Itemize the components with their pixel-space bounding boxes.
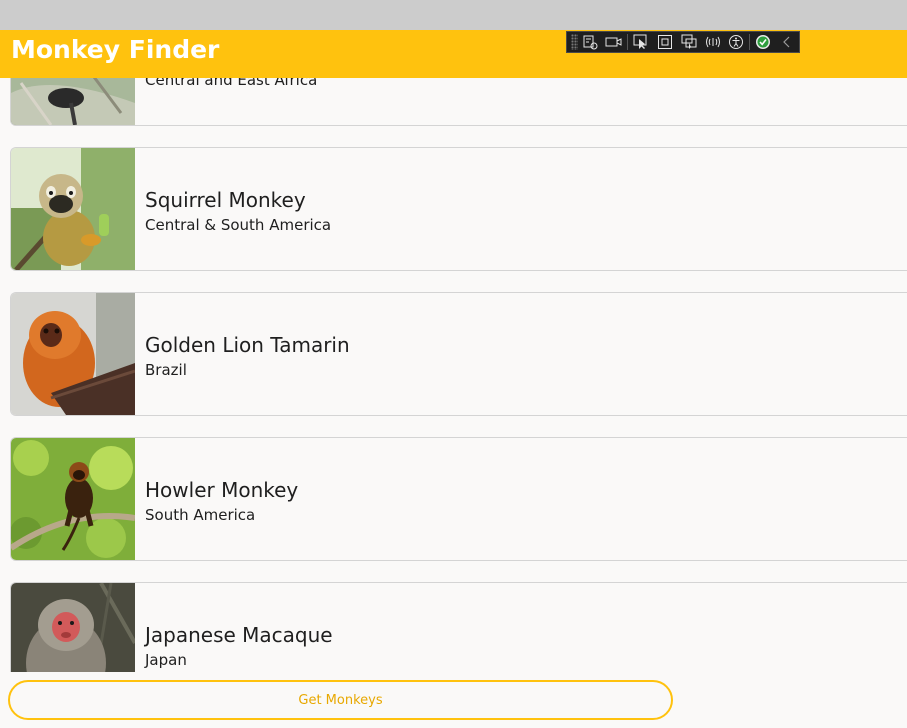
monkey-photo [11,148,135,270]
accessibility-icon[interactable] [725,32,749,52]
toolbar-separator [749,34,751,50]
get-monkeys-button[interactable]: Get Monkeys [8,680,673,720]
track-focus-icon[interactable] [677,32,701,52]
window-title-bar [0,0,907,30]
display-layout-adorners-icon[interactable] [653,32,677,52]
monkey-name: Squirrel Monkey [145,188,306,212]
monkey-photo [11,438,135,560]
monkey-location: Japan [145,651,187,669]
list-item[interactable]: Squirrel Monkey Central & South America [10,147,907,271]
toolbar-grip-icon[interactable] [571,34,579,50]
live-visual-tree-icon[interactable] [578,32,602,52]
xaml-debug-toolbar [566,31,800,53]
monkey-location: Brazil [145,361,187,379]
monkey-location: Central and East Africa [145,78,318,89]
no-issues-check-icon[interactable] [751,32,775,52]
list-item[interactable]: Howler Monkey South America [10,437,907,561]
monkey-photo [11,78,135,125]
app-title: Monkey Finder [11,35,220,64]
monkey-photo [11,583,135,672]
list-item[interactable]: Japanese Macaque Japan [10,582,907,672]
select-element-icon[interactable] [629,32,653,52]
record-icon[interactable] [602,32,626,52]
collapse-toolbar-icon[interactable] [775,32,799,52]
monkey-location: Central & South America [145,216,332,234]
monkey-name: Japanese Macaque [145,623,333,647]
list-item[interactable]: Golden Lion Tamarin Brazil [10,292,907,416]
monkey-list[interactable]: Central and East Africa Squirrel Monkey … [0,78,907,672]
toolbar-separator [627,34,629,50]
monkey-name: Golden Lion Tamarin [145,333,350,357]
monkey-location: South America [145,506,256,524]
monkey-photo [11,293,135,415]
monkey-name: Howler Monkey [145,478,299,502]
list-item[interactable]: Central and East Africa [10,78,907,126]
binding-failures-icon[interactable] [701,32,725,52]
